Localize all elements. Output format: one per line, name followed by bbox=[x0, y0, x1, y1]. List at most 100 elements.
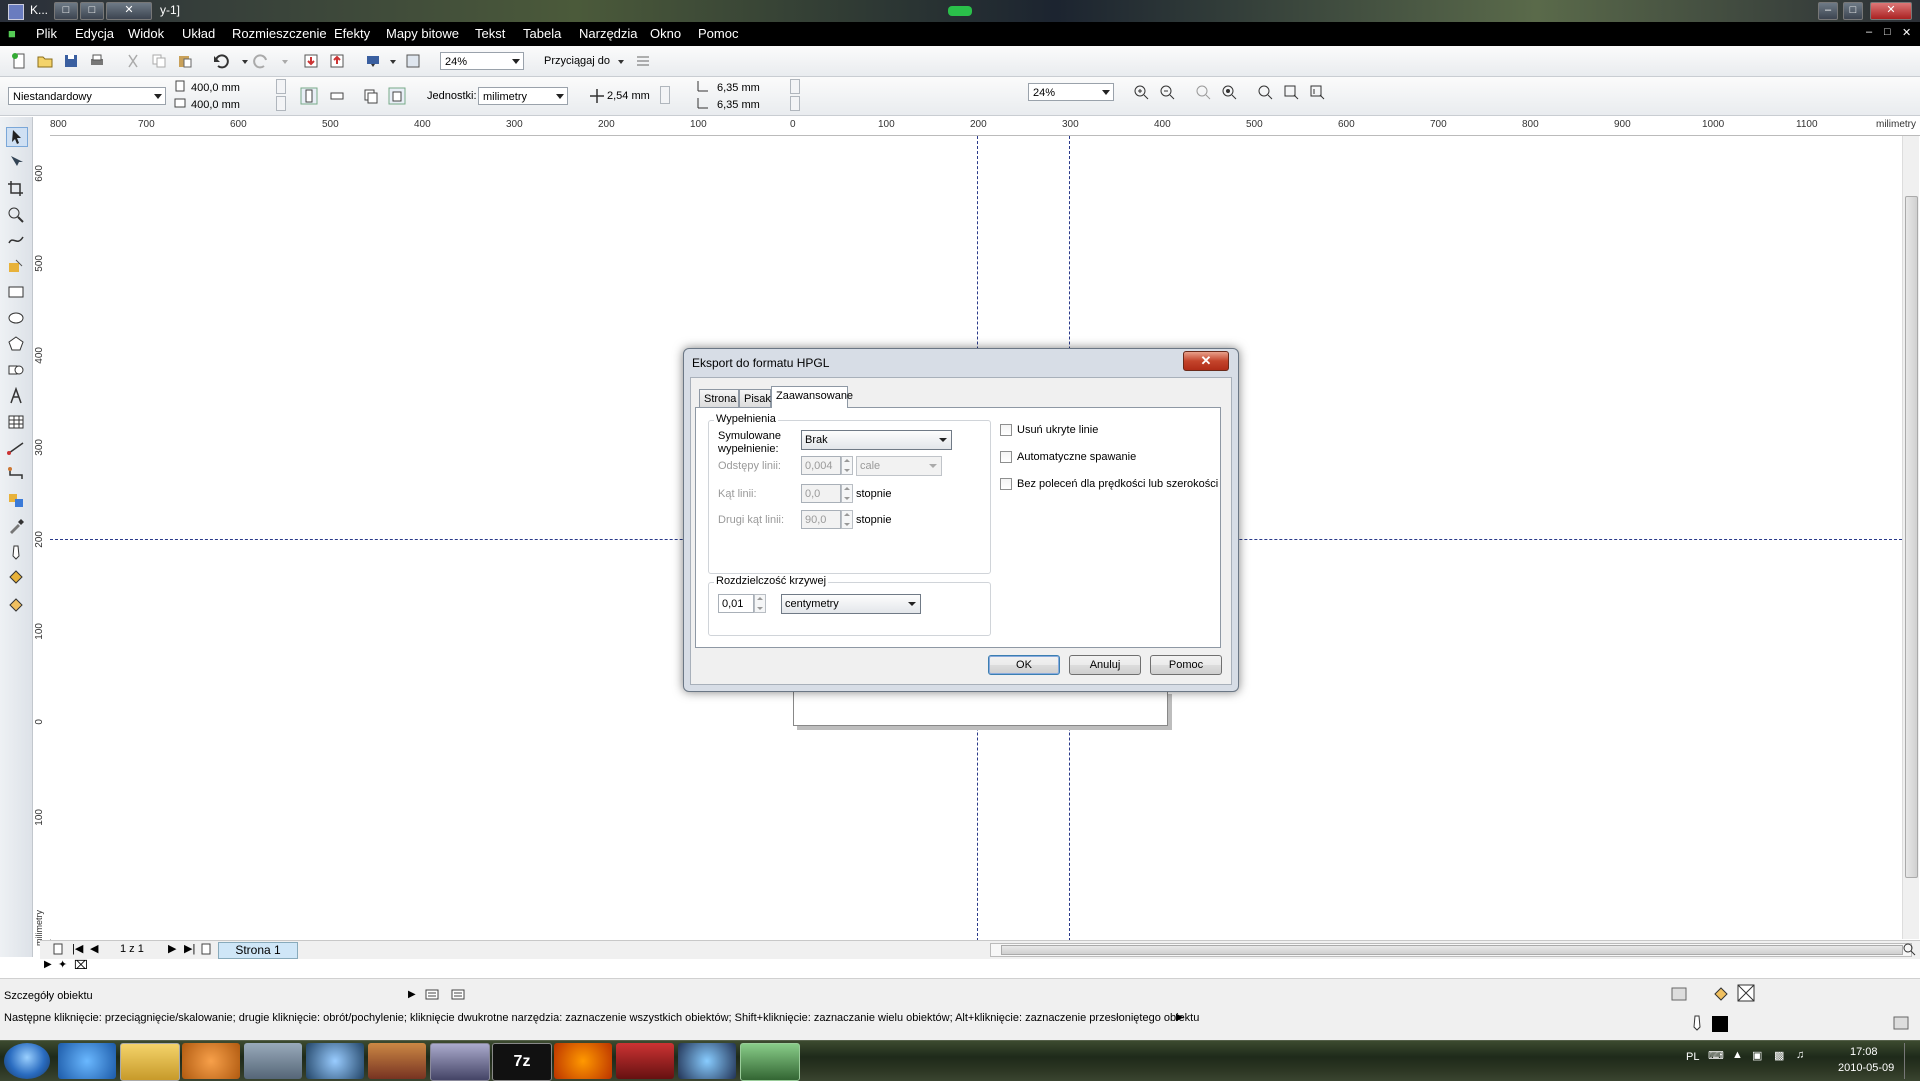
clock-time[interactable]: 17:08 bbox=[1850, 1046, 1878, 1058]
media-player-taskbar-button[interactable] bbox=[182, 1043, 240, 1079]
doc-minimize-icon[interactable]: – bbox=[1866, 26, 1872, 38]
cancel-button[interactable]: Anuluj bbox=[1069, 655, 1141, 675]
firefox-taskbar-button[interactable] bbox=[554, 1043, 612, 1079]
no-speed-width-label[interactable]: Bez poleceń dla prędkości lub szerokości bbox=[1017, 478, 1218, 490]
application-launcher-icon[interactable] bbox=[364, 52, 382, 70]
launcher-dropdown-icon[interactable] bbox=[384, 52, 402, 70]
line-spacing-unit-dropdown[interactable]: cale bbox=[856, 456, 942, 476]
menu-arrange[interactable]: Rozmieszczenie bbox=[232, 26, 327, 41]
duplicate-x-field[interactable]: 6,35 mm bbox=[714, 79, 786, 95]
layer-icon-2[interactable] bbox=[450, 987, 466, 1003]
last-page-icon[interactable]: ▶| bbox=[184, 942, 195, 955]
dialog-close-button[interactable]: ✕ bbox=[1183, 351, 1229, 371]
menu-layout[interactable]: Układ bbox=[182, 26, 215, 41]
rectangle-tool-icon[interactable] bbox=[6, 283, 26, 301]
welcome-screen-icon[interactable] bbox=[404, 52, 422, 70]
page-height-spinner[interactable] bbox=[276, 96, 286, 111]
auto-weld-label[interactable]: Automatyczne spawanie bbox=[1017, 451, 1136, 463]
shape-tool-icon[interactable] bbox=[6, 153, 26, 171]
duplicate-y-spinner[interactable] bbox=[790, 96, 800, 111]
menu-effects[interactable]: Efekty bbox=[334, 26, 370, 41]
doc-restore-icon[interactable]: □ bbox=[1884, 26, 1891, 38]
all-pages-icon[interactable] bbox=[362, 87, 380, 105]
zoom-tool-icon[interactable] bbox=[6, 205, 26, 223]
portrait-icon[interactable] bbox=[300, 87, 318, 105]
duplicate-x-spinner[interactable] bbox=[790, 79, 800, 94]
network-icon[interactable]: ▩ bbox=[1774, 1049, 1784, 1062]
snap-to-button[interactable]: Przyciągaj do bbox=[544, 55, 610, 67]
zoom-page-height-icon[interactable] bbox=[1308, 83, 1326, 101]
units-combo[interactable]: milimetry bbox=[478, 87, 568, 105]
app-taskbar-button-6[interactable] bbox=[368, 1043, 426, 1079]
save-icon[interactable] bbox=[62, 52, 80, 70]
import-icon[interactable] bbox=[302, 52, 320, 70]
zoom-combo-2[interactable]: 24% bbox=[1028, 83, 1114, 101]
nudge-spinner[interactable] bbox=[660, 86, 670, 104]
new-document-icon[interactable] bbox=[10, 52, 28, 70]
export-icon[interactable] bbox=[328, 52, 346, 70]
freehand-tool-icon[interactable] bbox=[6, 231, 26, 249]
interactive-fill-tool-icon[interactable] bbox=[6, 595, 26, 613]
smart-fill-tool-icon[interactable] bbox=[6, 257, 26, 275]
line-spacing-spinner[interactable] bbox=[841, 456, 853, 475]
zoom-all-objects-icon[interactable] bbox=[1220, 83, 1238, 101]
explorer-taskbar-button[interactable] bbox=[120, 1043, 180, 1081]
acrobat-taskbar-button[interactable] bbox=[616, 1043, 674, 1079]
app-taskbar-button-11[interactable] bbox=[678, 1043, 736, 1079]
outline-color-swatch[interactable] bbox=[1712, 1016, 1728, 1032]
nudge-distance-field[interactable]: 2,54 mm bbox=[604, 87, 660, 106]
zoom-page-width-icon[interactable] bbox=[1282, 83, 1300, 101]
paste-icon[interactable] bbox=[176, 52, 194, 70]
menu-text[interactable]: Tekst bbox=[475, 26, 505, 41]
zoom-navigator-icon[interactable] bbox=[1902, 942, 1916, 956]
page-tab-strona-1[interactable]: Strona 1 bbox=[218, 942, 298, 959]
menu-file[interactable]: Plik bbox=[36, 26, 57, 41]
ok-button[interactable]: OK bbox=[988, 655, 1060, 675]
maximize-button-inner[interactable]: □ bbox=[80, 2, 104, 20]
language-indicator[interactable]: PL bbox=[1686, 1051, 1699, 1063]
menu-help[interactable]: Pomoc bbox=[698, 26, 738, 41]
cut-icon[interactable] bbox=[124, 52, 142, 70]
layer-icon[interactable] bbox=[424, 987, 440, 1003]
prev-page-icon[interactable]: ◀ bbox=[90, 942, 98, 955]
text-tool-icon[interactable] bbox=[6, 387, 26, 405]
resize-grip-icon[interactable] bbox=[1892, 1014, 1910, 1032]
open-icon[interactable] bbox=[36, 52, 54, 70]
clock-date[interactable]: 2010-05-09 bbox=[1838, 1062, 1894, 1074]
expand-arrow-icon[interactable]: ▶ bbox=[408, 989, 416, 1000]
eyedropper-tool-icon[interactable] bbox=[6, 517, 26, 535]
tab-pisak[interactable]: Pisak bbox=[739, 389, 771, 407]
crop-tool-icon[interactable] bbox=[6, 179, 26, 197]
landscape-icon[interactable] bbox=[328, 87, 346, 105]
menu-edit[interactable]: Edycja bbox=[75, 26, 114, 41]
tab-strona[interactable]: Strona bbox=[699, 389, 739, 407]
print-icon[interactable] bbox=[88, 52, 106, 70]
duplicate-y-field[interactable]: 6,35 mm bbox=[714, 96, 786, 112]
doc-close-icon[interactable]: ✕ bbox=[1902, 26, 1911, 39]
horizontal-scrollbar[interactable] bbox=[990, 943, 1912, 957]
snap-dropdown-icon[interactable] bbox=[612, 52, 630, 70]
zoom-in-icon[interactable] bbox=[1132, 83, 1150, 101]
page-width-field[interactable]: 400,0 mm bbox=[188, 79, 276, 95]
auto-weld-checkbox[interactable] bbox=[1000, 451, 1012, 463]
options-icon[interactable] bbox=[634, 52, 652, 70]
ie-taskbar-button[interactable] bbox=[58, 1043, 116, 1079]
remove-hidden-lines-checkbox[interactable] bbox=[1000, 424, 1012, 436]
line-angle-field[interactable]: 0,0 bbox=[801, 484, 841, 503]
ellipse-tool-icon[interactable] bbox=[6, 309, 26, 327]
blend-tool-icon[interactable] bbox=[6, 491, 26, 509]
outline-pen-icon[interactable] bbox=[1690, 1014, 1704, 1032]
vertical-scrollbar[interactable] bbox=[1902, 136, 1919, 939]
restore-button-inner[interactable]: □ bbox=[54, 2, 78, 20]
menu-window[interactable]: Okno bbox=[650, 26, 681, 41]
fill-status-icon[interactable] bbox=[1712, 985, 1730, 1003]
undo-icon[interactable] bbox=[212, 52, 230, 70]
line-spacing-field[interactable]: 0,004 bbox=[801, 456, 841, 475]
close-button-inner[interactable]: ✕ bbox=[106, 2, 152, 20]
zoom-out-icon[interactable] bbox=[1158, 83, 1176, 101]
horizontal-ruler[interactable]: 800 700 600 500 400 300 200 100 0 100 20… bbox=[40, 117, 1920, 136]
app-taskbar-button-7[interactable] bbox=[430, 1043, 490, 1081]
curve-resolution-spinner[interactable] bbox=[754, 594, 766, 613]
first-page-icon[interactable]: |◀ bbox=[72, 942, 83, 955]
remove-hidden-lines-label[interactable]: Usuń ukryte linie bbox=[1017, 424, 1098, 436]
